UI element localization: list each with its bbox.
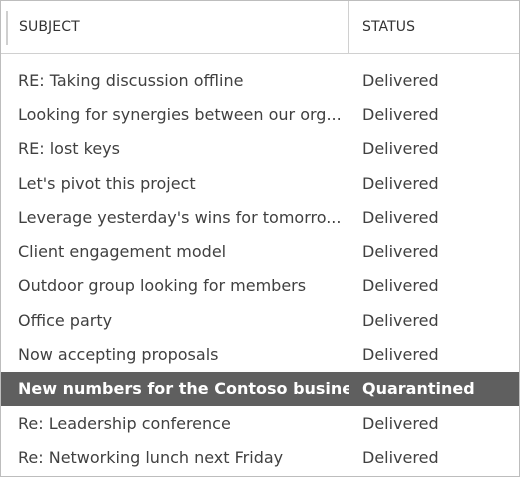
- list-row[interactable]: Looking for synergies between our org...…: [1, 97, 519, 131]
- row-status: Delivered: [362, 276, 439, 296]
- list-row[interactable]: RE: Taking discussion offline Delivered: [1, 63, 519, 97]
- row-subject: New numbers for the Contoso busine...: [18, 379, 349, 399]
- row-status: Delivered: [362, 242, 439, 262]
- row-subject: Let's pivot this project: [18, 173, 196, 193]
- row-status: Delivered: [362, 310, 439, 330]
- list-row[interactable]: Re: Leadership conference Delivered: [1, 406, 519, 440]
- row-status: Delivered: [362, 413, 439, 433]
- row-subject: Leverage yesterday's wins for tomorro...: [18, 207, 342, 227]
- list-header: SUBJECT STATUS: [1, 1, 519, 54]
- row-status: Delivered: [362, 173, 439, 193]
- list-row[interactable]: RE: lost keys Delivered: [1, 132, 519, 166]
- row-status: Quarantined: [362, 379, 475, 399]
- list-row[interactable]: Office party Delivered: [1, 303, 519, 337]
- row-subject: RE: lost keys: [18, 139, 120, 159]
- row-status: Delivered: [362, 447, 439, 467]
- list-row[interactable]: Client engagement model Delivered: [1, 234, 519, 268]
- subject-column-header[interactable]: SUBJECT: [1, 1, 349, 53]
- row-status: Delivered: [362, 70, 439, 90]
- list-row[interactable]: Re: Networking lunch next Friday Deliver…: [1, 440, 519, 474]
- list-row[interactable]: Outdoor group looking for members Delive…: [1, 269, 519, 303]
- row-subject: Now accepting proposals: [18, 345, 219, 365]
- row-status: Delivered: [362, 345, 439, 365]
- status-column-header[interactable]: STATUS: [349, 1, 519, 53]
- message-trace-list: SUBJECT STATUS RE: Taking discussion off…: [0, 0, 520, 477]
- list-body: RE: Taking discussion offline Delivered …: [1, 54, 519, 475]
- row-subject: RE: Taking discussion offline: [18, 70, 244, 90]
- list-row[interactable]: Let's pivot this project Delivered: [1, 166, 519, 200]
- list-row[interactable]: Now accepting proposals Delivered: [1, 337, 519, 371]
- header-divider: [6, 11, 8, 45]
- row-status: Delivered: [362, 139, 439, 159]
- row-subject: Office party: [18, 310, 113, 330]
- list-row-selected[interactable]: New numbers for the Contoso busine... Qu…: [1, 371, 519, 406]
- row-subject: Re: Networking lunch next Friday: [18, 447, 284, 467]
- row-subject: Re: Leadership conference: [18, 413, 231, 433]
- row-status: Delivered: [362, 104, 439, 124]
- row-subject: Outdoor group looking for members: [18, 276, 307, 296]
- list-row[interactable]: Leverage yesterday's wins for tomorro...…: [1, 200, 519, 234]
- row-subject: Looking for synergies between our org...: [18, 104, 342, 124]
- row-status: Delivered: [362, 207, 439, 227]
- row-subject: Client engagement model: [18, 242, 227, 262]
